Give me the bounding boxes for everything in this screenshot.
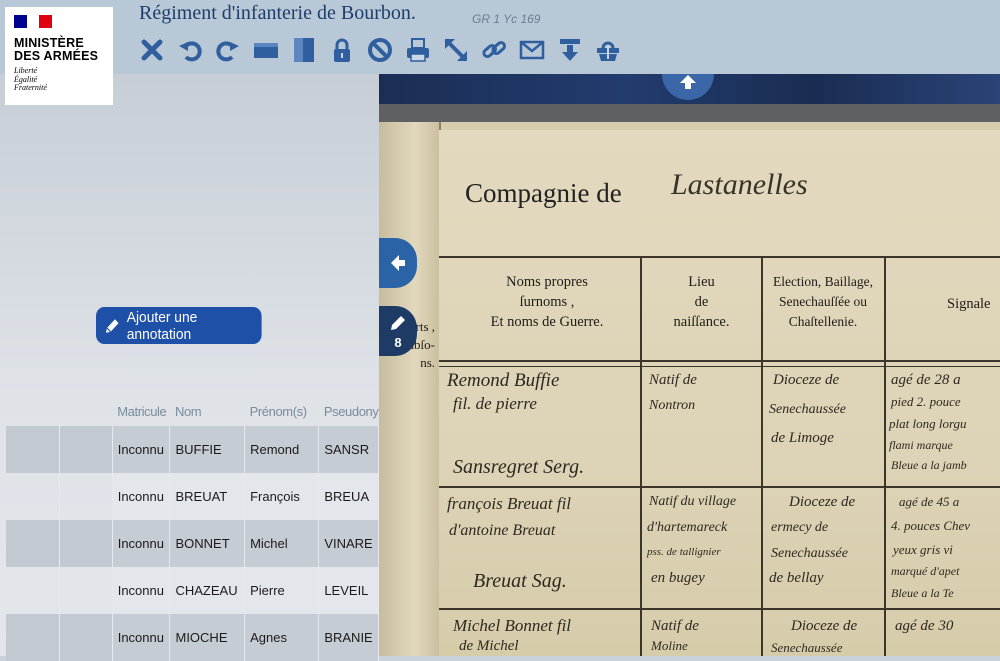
arrow-up-icon [680,75,696,89]
header-lieu: Lieu de naiſſance. [673,274,730,330]
add-annotation-label: Ajouter une annotation [126,308,198,343]
close-icon[interactable] [139,37,165,63]
pseudonyme-cell: SANSR [318,426,379,473]
matricule-cell: Inconnu [112,473,171,520]
previous-page-button[interactable] [379,238,417,288]
row-action-cell[interactable] [59,614,113,661]
prenom-cell: Agnes [244,614,320,661]
column-header-pseudonyme[interactable]: Pseudony [319,396,379,426]
header-election: Election, Baillage, Senechauſſée ou Chaſ… [772,274,874,329]
nom-cell: CHAZEAU [169,567,246,614]
forbidden-icon[interactable] [367,37,393,63]
company-title: Compagnie de [465,178,622,208]
column-header-action [59,396,112,426]
row-select-cell[interactable] [6,614,60,661]
ministry-logo[interactable]: MINISTÈRE DES ARMÉES Liberté Égalité Fra… [5,7,113,105]
matricule-cell: Inconnu [112,614,171,661]
annotation-count: 8 [394,334,402,350]
viewer-toolbar [139,34,633,66]
column-header-matricule[interactable]: Matricule [112,396,170,426]
arrow-left-icon [391,255,405,271]
document-title: Régiment d'infanterie de Bourbon. [139,2,416,24]
link-icon[interactable] [481,37,507,63]
fullscreen-icon[interactable] [443,37,469,63]
fit-height-icon[interactable] [291,37,317,63]
column-header-nom[interactable]: Nom [170,396,245,426]
row-action-cell[interactable] [59,473,113,520]
lock-icon[interactable] [329,37,355,63]
pseudonyme-cell: VINARE [318,520,379,567]
matricule-cell: Inconnu [112,520,171,567]
rotate-right-icon[interactable] [215,37,241,63]
row-select-cell[interactable] [6,426,60,473]
rotate-left-icon[interactable] [177,37,203,63]
header-signalement: Signale [947,296,991,312]
basket-icon[interactable] [595,37,621,63]
prenom-cell: François [244,473,320,520]
nom-cell: BREUAT [169,473,246,520]
column-header-select [6,396,59,426]
prenom-cell: Michel [244,520,320,567]
pencil-icon [391,315,405,330]
logo-motto: Liberté Égalité Fraternité [14,66,47,92]
pseudonyme-cell: BREUA [318,473,379,520]
pseudonyme-cell: LEVEIL [318,567,379,614]
row-action-cell[interactable] [59,426,113,473]
company-name-handwritten: Lastanelles [671,168,808,201]
table-row[interactable]: Inconnu BONNET Michel VINARE [6,520,379,567]
document-viewer[interactable]: orts , gez abſo- ns. Compagnie de Lastan… [379,74,1000,656]
email-icon[interactable] [519,37,545,63]
prenom-cell: Remond [244,426,320,473]
nom-cell: BONNET [169,520,246,567]
table-row[interactable]: Inconnu BREUAT François BREUA [6,473,379,520]
add-annotation-button[interactable]: Ajouter une annotation [96,307,262,344]
french-flag-icon [14,15,53,28]
download-icon[interactable] [557,37,583,63]
table-row[interactable]: Inconnu MIOCHE Agnes BRANIE [6,614,379,661]
document-reference: GR 1 Yc 169 [472,12,541,26]
top-header: Régiment d'infanterie de Bourbon. GR 1 Y… [0,0,1000,74]
annotations-toggle[interactable]: 8 [379,306,417,356]
logo-title: MINISTÈRE DES ARMÉES [14,36,99,63]
prenom-cell: Pierre [244,567,320,614]
row-select-cell[interactable] [6,567,60,614]
table-row[interactable]: Inconnu BUFFIE Remond SANSR [6,426,379,473]
pseudonyme-cell: BRANIE [318,614,379,661]
people-table: Matricule Nom Prénom(s) Pseudony Inconnu… [6,396,379,661]
row-action-cell[interactable] [59,520,113,567]
row-action-cell[interactable] [59,567,113,614]
document-left-page: orts , gez abſo- ns. [379,122,441,656]
table-row[interactable]: Inconnu CHAZEAU Pierre LEVEIL [6,567,379,614]
table-header-row: Matricule Nom Prénom(s) Pseudony [6,396,379,426]
matricule-cell: Inconnu [112,426,171,473]
row-select-cell[interactable] [6,520,60,567]
pencil-icon [106,318,119,333]
column-header-prenom[interactable]: Prénom(s) [245,396,319,426]
matricule-cell: Inconnu [112,567,171,614]
print-icon[interactable] [405,37,431,63]
fit-width-icon[interactable] [253,37,279,63]
header-noms: Noms propres ſurnoms , Et noms de Guerre… [490,274,604,330]
row-select-cell[interactable] [6,473,60,520]
nom-cell: MIOCHE [169,614,246,661]
left-panel: Ajouter une annotation Matricule Nom Pré… [0,74,379,661]
nom-cell: BUFFIE [169,426,246,473]
